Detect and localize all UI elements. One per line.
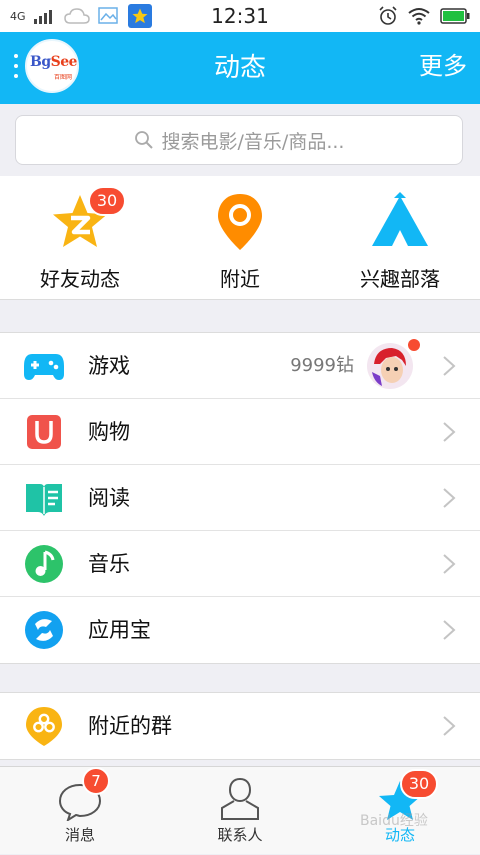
activity-badge: 30 [400, 769, 438, 799]
chevron-right-icon [443, 554, 456, 574]
book-icon [26, 484, 62, 516]
messages-badge: 7 [82, 767, 110, 795]
quick-label: 附近 [220, 267, 260, 291]
nearby-group-icon [26, 707, 62, 746]
quick-friends-feed[interactable]: 30 好友动态 [0, 176, 160, 300]
battery-icon [440, 8, 470, 24]
search-placeholder: 搜索电影/音乐/商品... [161, 130, 345, 153]
friends-feed-badge: 30 [88, 186, 126, 216]
chevron-right-icon [443, 356, 456, 376]
chevron-right-icon [443, 422, 456, 442]
tab-label: 联系人 [217, 826, 263, 844]
list-item-reading[interactable]: 阅读 [0, 465, 480, 531]
gamepad-icon [24, 354, 64, 380]
list-item-label: 附近的群 [88, 714, 172, 738]
page-title: 动态 [213, 53, 266, 83]
wifi-icon [408, 8, 430, 25]
quick-interest-tribe[interactable]: 兴趣部落 [320, 176, 480, 300]
list-item-nearby-groups[interactable]: 附近的群 [0, 693, 480, 759]
contacts-icon [221, 777, 259, 820]
list-item-label: 音乐 [88, 552, 130, 576]
top-header: BgSee 百图网 动态 更多 [0, 32, 480, 104]
chevron-right-icon [443, 488, 456, 508]
quick-label: 好友动态 [40, 267, 120, 291]
game-new-dot [408, 339, 420, 351]
list-item-game[interactable]: 游戏 9999钻 [0, 333, 480, 399]
watermark: Baidu经验 [360, 813, 428, 829]
list-item-label: 游戏 [88, 354, 130, 378]
diamond-balance: 9999钻 [290, 355, 354, 376]
list-item-shopping[interactable]: 购物 [0, 399, 480, 465]
chevron-right-icon [443, 620, 456, 640]
tab-contacts[interactable]: 联系人 [160, 767, 320, 855]
tab-label: 消息 [64, 826, 95, 844]
group-list: 附近的群 [0, 692, 480, 760]
location-pin-icon [218, 194, 262, 250]
game-character-avatar [367, 343, 413, 389]
status-bar: 4G 12:31 [0, 0, 480, 32]
tab-messages[interactable]: 7 消息 [0, 767, 160, 855]
alarm-icon [379, 6, 397, 25]
shopping-bag-icon [27, 415, 61, 449]
list-item-music[interactable]: 音乐 [0, 531, 480, 597]
chevron-right-icon [443, 716, 456, 736]
list-item-label: 购物 [88, 420, 130, 444]
list-item-label: 应用宝 [88, 618, 151, 642]
quick-label: 兴趣部落 [360, 267, 440, 291]
tribe-tent-icon [372, 192, 428, 246]
quick-nearby[interactable]: 附近 [160, 176, 320, 300]
app-store-icon [25, 611, 63, 649]
feature-list: 游戏 9999钻 购物 阅读 音乐 应用宝 [0, 332, 480, 664]
search-area: 搜索电影/音乐/商品... [0, 104, 480, 176]
search-input[interactable]: 搜索电影/音乐/商品... [15, 115, 463, 165]
list-item-app-store[interactable]: 应用宝 [0, 597, 480, 663]
list-item-label: 阅读 [88, 486, 130, 510]
quick-entry-row: 30 好友动态 附近 兴趣部落 [0, 176, 480, 300]
music-note-icon [25, 545, 63, 583]
more-button[interactable]: 更多 [419, 32, 467, 104]
search-icon [134, 131, 153, 149]
